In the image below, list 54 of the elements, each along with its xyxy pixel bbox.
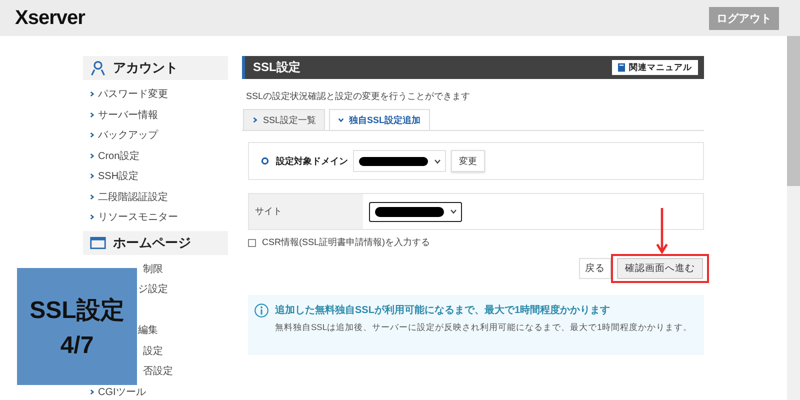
site-select[interactable] — [369, 202, 462, 222]
description-text: SSLの設定状況確認と設定の変更を行うことができます — [246, 90, 472, 103]
change-button[interactable]: 変更 — [451, 150, 485, 172]
sidebar-link[interactable]: 制限 — [143, 262, 163, 276]
sidebar-heading-text: ホームページ — [113, 234, 191, 252]
chevron-icon — [90, 112, 94, 118]
sidebar-link[interactable]: 設定 — [143, 344, 163, 358]
site-label: サイト — [249, 194, 363, 229]
tab[interactable]: 独自SSL設定追加 — [329, 109, 430, 130]
book-icon — [618, 63, 625, 72]
sidebar-link[interactable]: ジ設定 — [138, 282, 168, 296]
sidebar-link[interactable]: バックアップ — [98, 128, 158, 142]
sidebar-link[interactable]: 二段階認証設定 — [98, 190, 168, 204]
domain-select[interactable] — [353, 150, 446, 172]
confirm-button[interactable]: 確認画面へ進む — [617, 258, 703, 279]
back-button[interactable]: 戻る — [579, 258, 611, 279]
chevron-icon — [90, 173, 94, 180]
section-title: SSL設定 — [253, 59, 300, 76]
sidebar-link[interactable]: CGIツール — [98, 384, 146, 399]
checkbox[interactable] — [248, 238, 256, 246]
sidebar-link[interactable]: パスワード変更 — [98, 87, 168, 102]
checkbox-label: CSR情報(SSL証明書申請情報)を入力する — [262, 236, 430, 249]
tab[interactable]: SSL設定一覧 — [243, 109, 326, 130]
sidebar-link[interactable]: リソースモニター — [98, 210, 178, 224]
sidebar-link[interactable]: サーバー情報 — [98, 108, 158, 122]
notice-title: 追加した無料独自SSLが利用可能になるまで、最大で1時間程度かかります — [275, 303, 612, 317]
sidebar-link[interactable]: 否設定 — [143, 364, 173, 378]
chevron-icon — [90, 214, 94, 220]
caret-icon — [434, 158, 441, 164]
badge-step: 4/7 — [60, 332, 94, 360]
chevron-icon — [90, 152, 94, 159]
chevron-icon — [90, 194, 94, 200]
info-icon — [254, 303, 269, 318]
chevron-icon — [90, 132, 94, 138]
window-icon — [90, 234, 106, 250]
person-icon — [90, 60, 106, 76]
redaction-mark — [359, 156, 428, 166]
chevron-icon — [338, 116, 344, 122]
chevron-icon — [252, 116, 258, 122]
caret-icon — [450, 209, 457, 214]
sidebar-heading-text: アカウント — [113, 59, 178, 77]
redaction-mark — [375, 206, 444, 216]
chevron-icon — [90, 91, 94, 98]
sidebar-link[interactable]: SSH設定 — [98, 169, 139, 184]
scrollbar[interactable] — [787, 36, 800, 400]
notice-text: 無料独自SSLは追加後、サーバーに設定が反映され利用可能になるまで、最大で1時間程度かかります。 — [275, 322, 692, 334]
chevron-icon — [90, 388, 94, 395]
domain-label: 設定対象ドメイン — [276, 154, 348, 168]
circle-icon — [261, 157, 269, 165]
logo: Xserver — [15, 6, 85, 30]
badge-title: SSL設定 — [30, 296, 124, 326]
sidebar-link[interactable]: Cron設定 — [98, 148, 140, 163]
manual-button[interactable]: 関連マニュアル — [612, 60, 698, 75]
sidebar-link[interactable]: 編集 — [138, 323, 158, 338]
